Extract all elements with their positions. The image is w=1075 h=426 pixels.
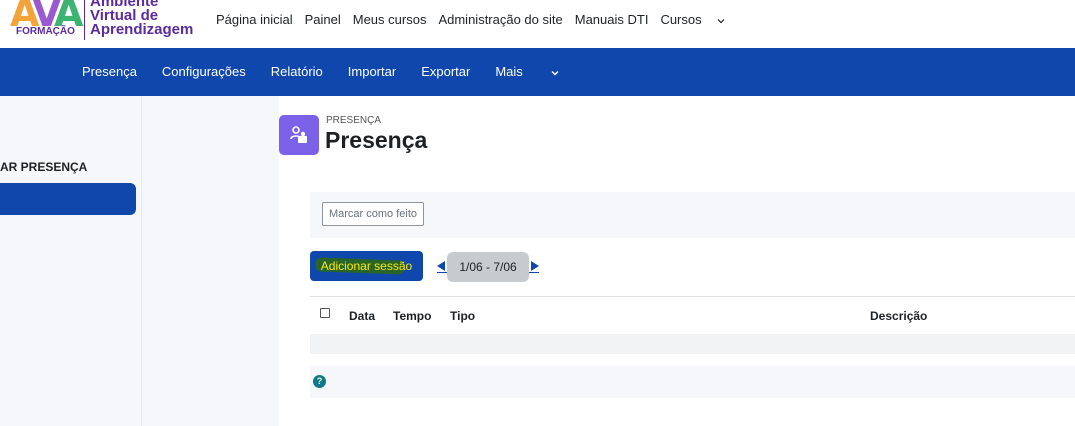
column-header-data[interactable]: Data [349,309,375,323]
course-index-drawer: AR PRESENÇA [0,96,142,426]
nav-manuais-dti[interactable]: Manuais DTI [575,12,649,27]
nav-cursos-label: Cursos [660,12,702,27]
nav-administracao[interactable]: Administração do site [438,12,562,27]
nav-pagina-inicial[interactable]: Página inicial [216,12,293,27]
help-icon[interactable]: ? [313,375,326,388]
tab-relatorio[interactable]: Relatório [271,64,323,79]
arrow-left-icon [437,261,445,271]
help-row: ? [310,366,1075,398]
column-header-tempo[interactable]: Tempo [393,309,431,323]
logo-text: Ambiente Virtual de Aprendizagem [90,0,193,37]
previous-week-link[interactable] [437,261,447,273]
mark-as-done-button[interactable]: Marcar como feito [322,202,424,226]
column-header-descricao[interactable]: Descrição [870,309,927,323]
nav-meus-cursos[interactable]: Meus cursos [353,12,427,27]
date-range-navigator: 1/06 - 7/06 [437,252,539,282]
column-header-tipo[interactable]: Tipo [450,309,475,323]
chevron-down-icon [551,70,559,76]
logo-divider [84,0,85,40]
nav-cursos-dropdown[interactable]: Cursos [660,12,725,27]
next-week-link[interactable] [529,261,539,273]
chevron-down-icon [717,18,725,23]
page-title: Presença [325,127,428,153]
drawer-section-heading[interactable]: AR PRESENÇA [0,160,87,174]
secondary-navigation: Presença Configurações Relatório Importa… [82,64,584,79]
logo-formacao: FORMAÇÃO [16,26,75,37]
logo-text-line: Aprendizagem [90,21,194,38]
tab-presenca[interactable]: Presença [82,64,137,79]
add-session-label: Adicionar sessão [320,259,413,273]
primary-navigation: Página inicial Painel Meus cursos Admini… [216,12,737,27]
secondary-navbar: Presença Configurações Relatório Importa… [0,48,1075,96]
date-range-display[interactable]: 1/06 - 7/06 [447,252,529,282]
select-all-checkbox[interactable] [320,308,330,318]
top-navbar: A V A FORMAÇÃO Ambiente Virtual de Apren… [0,0,1075,48]
sessions-table-header: Data Tempo Tipo Descrição [310,296,1075,335]
attendance-icon [290,126,307,143]
activity-completion-bar [310,192,1075,238]
tab-importar[interactable]: Importar [348,64,396,79]
tab-configuracoes[interactable]: Configurações [162,64,246,79]
table-row [310,334,1075,354]
tab-exportar[interactable]: Exportar [421,64,470,79]
arrow-right-icon [531,261,539,271]
nav-painel[interactable]: Painel [305,12,341,27]
page-sublabel: PRESENÇA [326,115,382,126]
tab-mais-label: Mais [495,64,523,79]
attendance-activity-icon [279,115,319,155]
add-session-button[interactable]: Adicionar sessão [310,251,423,281]
tab-mais-dropdown[interactable]: Mais [495,64,559,79]
drawer-active-item[interactable] [0,183,136,215]
page-gutter [142,96,279,426]
